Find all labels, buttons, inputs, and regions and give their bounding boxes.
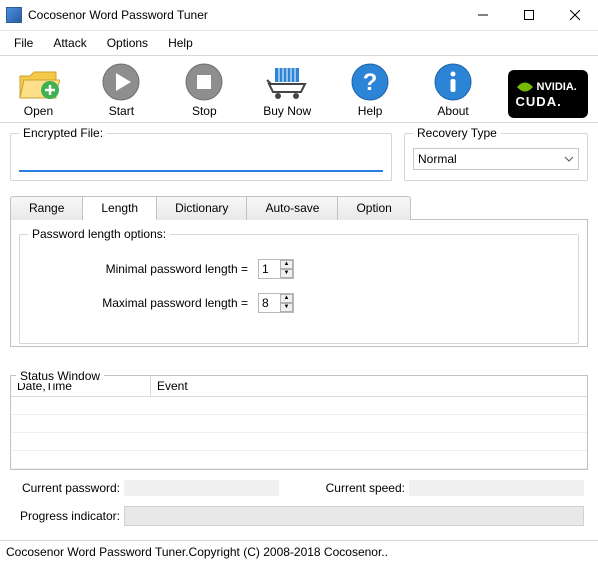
max-up-button[interactable]: ▲	[280, 294, 293, 303]
min-length-value: 1	[262, 262, 269, 276]
recovery-type-value: Normal	[418, 152, 457, 166]
cart-icon	[263, 62, 311, 102]
minimize-button[interactable]	[460, 0, 506, 30]
min-length-input[interactable]: 1 ▲▼	[258, 259, 294, 279]
app-icon	[6, 7, 22, 23]
about-button[interactable]: About	[425, 62, 482, 118]
max-down-button[interactable]: ▼	[280, 303, 293, 312]
cuda-brand-label: NVIDIA.	[537, 81, 577, 93]
min-up-button[interactable]: ▲	[280, 260, 293, 269]
tab-length[interactable]: Length	[83, 196, 157, 220]
nvidia-eye-icon	[516, 80, 534, 94]
open-folder-icon	[16, 64, 60, 102]
buy-now-button[interactable]: Buy Now	[259, 62, 316, 118]
menu-options[interactable]: Options	[97, 33, 158, 53]
progress-bar	[124, 506, 584, 526]
current-password-value	[124, 480, 279, 496]
buy-label: Buy Now	[263, 104, 311, 118]
stop-icon	[184, 62, 224, 102]
recovery-type-group: Recovery Type Normal	[404, 133, 588, 181]
close-button[interactable]	[552, 0, 598, 30]
max-length-label: Maximal password length =	[78, 296, 248, 310]
close-icon	[570, 10, 580, 20]
status-row	[11, 433, 587, 451]
help-button[interactable]: ? Help	[342, 62, 399, 118]
about-label: About	[437, 104, 468, 118]
footer-text: Cocosenor Word Password Tuner.Copyright …	[0, 541, 598, 563]
svg-text:?: ?	[363, 69, 378, 96]
stop-button[interactable]: Stop	[176, 62, 233, 118]
status-row	[11, 451, 587, 469]
minimize-icon	[478, 10, 488, 20]
status-window: Date,Time Event	[10, 375, 588, 470]
info-icon	[433, 62, 473, 102]
toolbar: Open Start Stop Buy Now ? Help	[0, 56, 598, 122]
maximize-button[interactable]	[506, 0, 552, 30]
status-window-label: Status Window	[16, 369, 104, 383]
open-label: Open	[24, 104, 53, 118]
cuda-badge: NVIDIA. CUDA.	[508, 70, 589, 118]
encrypted-file-group: Encrypted File:	[10, 133, 392, 181]
recovery-type-label: Recovery Type	[413, 126, 501, 140]
menu-attack[interactable]: Attack	[43, 33, 96, 53]
status-row	[11, 397, 587, 415]
stop-label: Stop	[192, 104, 217, 118]
status-rows	[11, 397, 587, 469]
window-title: Cocosenor Word Password Tuner	[28, 8, 460, 22]
current-speed-label: Current speed:	[319, 481, 409, 495]
title-bar: Cocosenor Word Password Tuner	[0, 0, 598, 30]
progress-indicator-label: Progress indicator:	[14, 509, 124, 523]
start-button[interactable]: Start	[93, 62, 150, 118]
tab-autosave[interactable]: Auto-save	[247, 196, 338, 220]
min-length-label: Minimal password length =	[78, 262, 248, 276]
min-down-button[interactable]: ▼	[280, 269, 293, 278]
status-row	[11, 415, 587, 433]
recovery-type-select[interactable]: Normal	[413, 148, 579, 170]
tab-range[interactable]: Range	[10, 196, 83, 220]
encrypted-file-label: Encrypted File:	[19, 126, 107, 140]
start-label: Start	[109, 104, 134, 118]
open-button[interactable]: Open	[10, 64, 67, 118]
maximize-icon	[524, 10, 534, 20]
max-length-input[interactable]: 8 ▲▼	[258, 293, 294, 313]
current-speed-value	[409, 480, 584, 496]
help-icon: ?	[350, 62, 390, 102]
menu-help[interactable]: Help	[158, 33, 203, 53]
tab-bar: Range Length Dictionary Auto-save Option	[10, 195, 588, 219]
encrypted-file-input[interactable]	[19, 148, 383, 172]
help-label: Help	[358, 104, 383, 118]
col-event[interactable]: Event	[151, 376, 587, 396]
menu-bar: File Attack Options Help	[0, 30, 598, 55]
tab-panel-length: Password length options: Minimal passwor…	[10, 219, 588, 347]
max-length-value: 8	[262, 296, 269, 310]
tab-dictionary[interactable]: Dictionary	[157, 196, 247, 220]
tab-option[interactable]: Option	[338, 196, 410, 220]
play-icon	[101, 62, 141, 102]
cuda-text-label: CUDA.	[516, 94, 581, 109]
chevron-down-icon	[564, 156, 574, 162]
menu-file[interactable]: File	[4, 33, 43, 53]
current-password-label: Current password:	[14, 481, 124, 495]
length-options-heading: Password length options:	[28, 227, 170, 241]
